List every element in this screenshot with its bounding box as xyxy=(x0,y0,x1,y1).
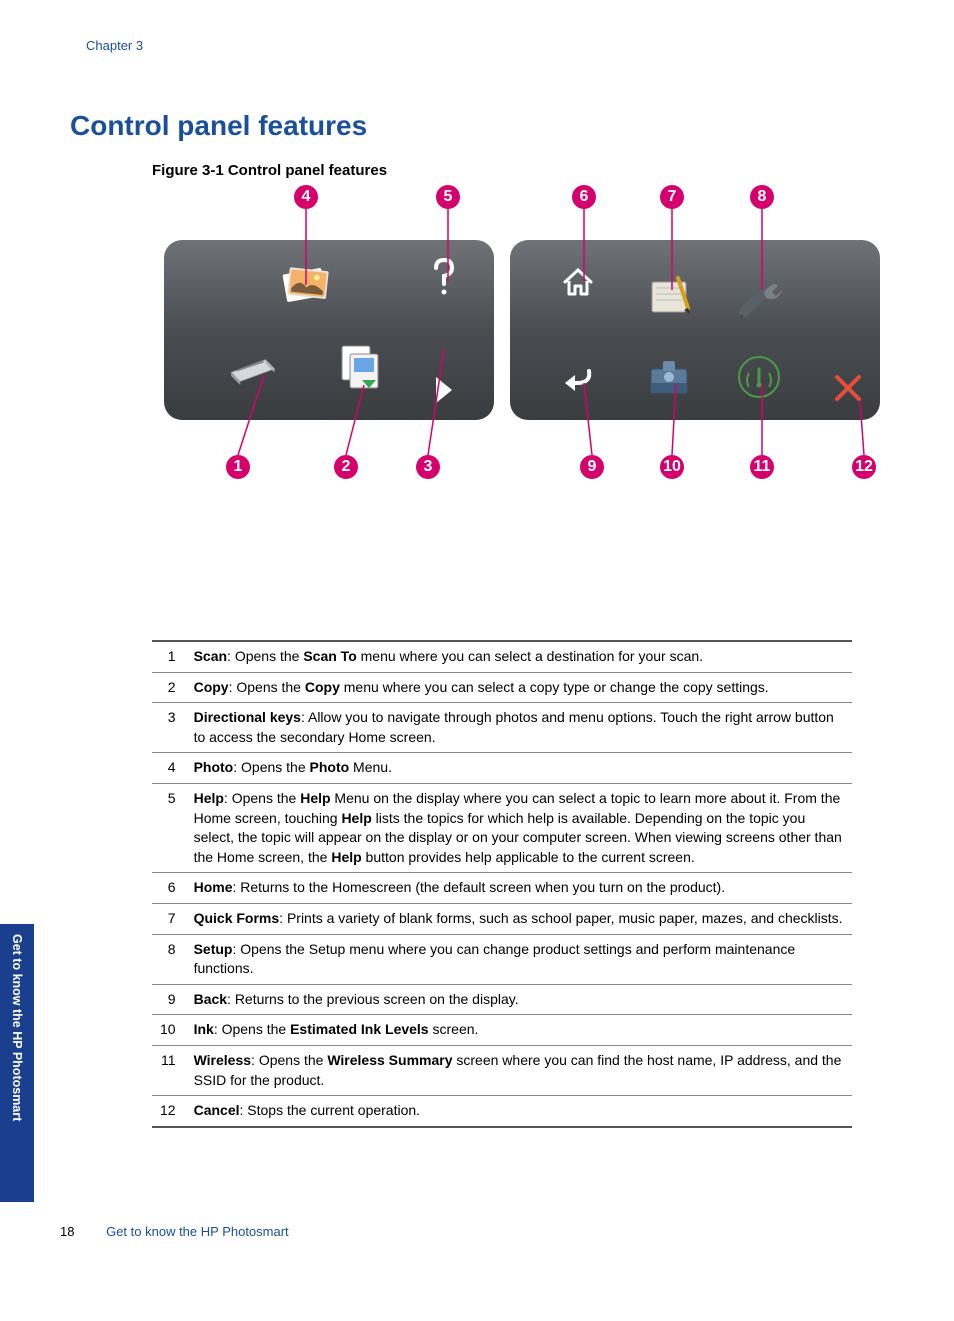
callout-marker-10: 10 xyxy=(660,455,684,479)
table-row: 1Scan: Opens the Scan To menu where you … xyxy=(152,641,852,672)
table-row: 12Cancel: Stops the current operation. xyxy=(152,1096,852,1127)
row-description: Photo: Opens the Photo Menu. xyxy=(186,753,852,784)
figure-caption: Figure 3-1 Control panel features xyxy=(152,162,387,179)
row-number: 12 xyxy=(152,1096,186,1127)
callout-marker-11: 11 xyxy=(750,455,774,479)
callout-marker-3: 3 xyxy=(416,455,440,479)
callout-marker-7: 7 xyxy=(660,185,684,209)
table-row: 6Home: Returns to the Homescreen (the de… xyxy=(152,873,852,904)
side-tab: Get to know the HP Photosmart xyxy=(0,924,34,1202)
row-description: Wireless: Opens the Wireless Summary scr… xyxy=(186,1045,852,1095)
row-description: Ink: Opens the Estimated Ink Levels scre… xyxy=(186,1015,852,1046)
row-description: Help: Opens the Help Menu on the display… xyxy=(186,783,852,872)
page-footer: 18 Get to know the HP Photosmart xyxy=(60,1224,289,1239)
row-description: Directional keys: Allow you to navigate … xyxy=(186,703,852,753)
callout-marker-1: 1 xyxy=(226,455,250,479)
feature-table: 1Scan: Opens the Scan To menu where you … xyxy=(152,640,852,1128)
table-row: 5Help: Opens the Help Menu on the displa… xyxy=(152,783,852,872)
callout-marker-5: 5 xyxy=(436,185,460,209)
figure-diagram: 4 5 6 7 8 1 2 3 9 10 11 12 xyxy=(152,185,882,485)
callout-marker-6: 6 xyxy=(572,185,596,209)
row-description: Cancel: Stops the current operation. xyxy=(186,1096,852,1127)
leader-lines xyxy=(152,185,882,485)
row-number: 1 xyxy=(152,641,186,672)
row-description: Setup: Opens the Setup menu where you ca… xyxy=(186,934,852,984)
row-number: 5 xyxy=(152,783,186,872)
table-row: 3Directional keys: Allow you to navigate… xyxy=(152,703,852,753)
table-row: 10Ink: Opens the Estimated Ink Levels sc… xyxy=(152,1015,852,1046)
footer-text: Get to know the HP Photosmart xyxy=(106,1224,289,1239)
row-number: 6 xyxy=(152,873,186,904)
table-row: 4Photo: Opens the Photo Menu. xyxy=(152,753,852,784)
row-number: 11 xyxy=(152,1045,186,1095)
callout-marker-12: 12 xyxy=(852,455,876,479)
row-number: 7 xyxy=(152,903,186,934)
row-description: Copy: Opens the Copy menu where you can … xyxy=(186,672,852,703)
row-number: 3 xyxy=(152,703,186,753)
page-number: 18 xyxy=(60,1224,74,1239)
chapter-header: Chapter 3 xyxy=(86,38,143,53)
callout-marker-2: 2 xyxy=(334,455,358,479)
row-description: Scan: Opens the Scan To menu where you c… xyxy=(186,641,852,672)
callout-marker-9: 9 xyxy=(580,455,604,479)
row-number: 8 xyxy=(152,934,186,984)
row-number: 4 xyxy=(152,753,186,784)
table-row: 9Back: Returns to the previous screen on… xyxy=(152,984,852,1015)
table-row: 7Quick Forms: Prints a variety of blank … xyxy=(152,903,852,934)
table-row: 8Setup: Opens the Setup menu where you c… xyxy=(152,934,852,984)
table-row: 11Wireless: Opens the Wireless Summary s… xyxy=(152,1045,852,1095)
row-number: 2 xyxy=(152,672,186,703)
row-description: Back: Returns to the previous screen on … xyxy=(186,984,852,1015)
row-number: 9 xyxy=(152,984,186,1015)
page-heading: Control panel features xyxy=(70,110,367,142)
callout-marker-4: 4 xyxy=(294,185,318,209)
row-number: 10 xyxy=(152,1015,186,1046)
table-row: 2Copy: Opens the Copy menu where you can… xyxy=(152,672,852,703)
callout-marker-8: 8 xyxy=(750,185,774,209)
row-description: Home: Returns to the Homescreen (the def… xyxy=(186,873,852,904)
row-description: Quick Forms: Prints a variety of blank f… xyxy=(186,903,852,934)
